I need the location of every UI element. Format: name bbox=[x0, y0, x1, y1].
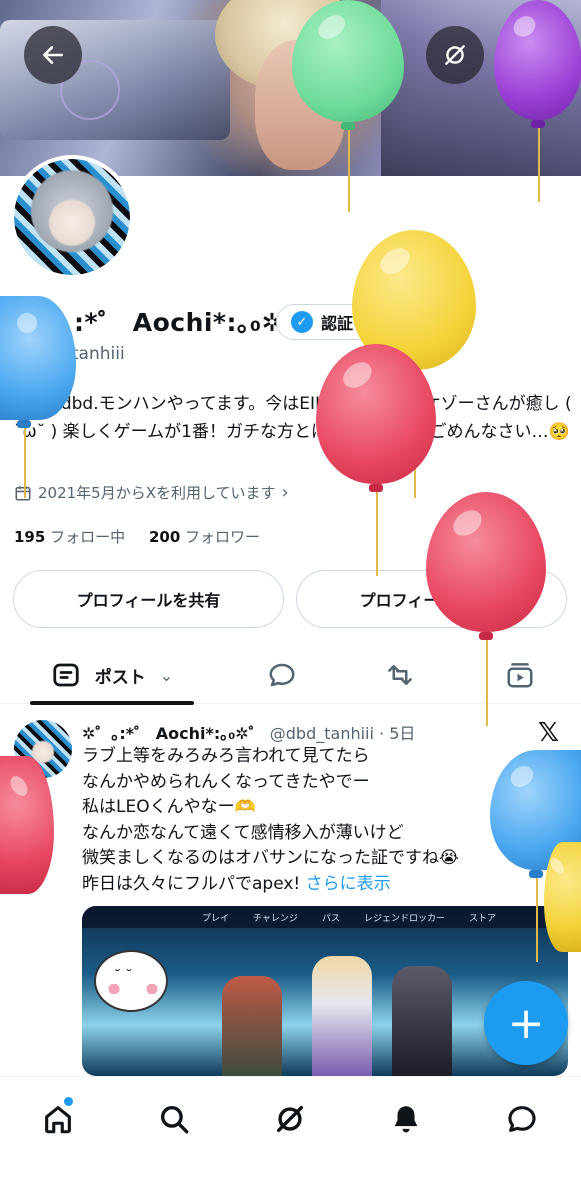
grok-icon bbox=[276, 1105, 304, 1133]
grok-icon bbox=[445, 45, 465, 65]
media-menu-item: ストア bbox=[468, 913, 496, 924]
messages-icon bbox=[508, 1106, 536, 1132]
following-link[interactable]: 195 フォロー中 bbox=[14, 528, 125, 546]
profile-tabs: ポスト ⌄ bbox=[0, 646, 581, 705]
verified-badge-icon: ✓ bbox=[291, 311, 313, 333]
nav-messages[interactable] bbox=[498, 1095, 546, 1143]
balloon-purple bbox=[494, 0, 581, 202]
chevron-right-icon: › bbox=[281, 482, 289, 503]
home-notification-dot bbox=[64, 1097, 73, 1106]
media-menu-item: レジェンドロッカー bbox=[363, 913, 445, 924]
back-button[interactable] bbox=[24, 26, 82, 84]
nav-search[interactable] bbox=[150, 1095, 198, 1143]
reply-icon bbox=[269, 663, 295, 687]
tab-posts-label: ポスト bbox=[94, 667, 146, 688]
grok-button[interactable] bbox=[426, 26, 484, 84]
post-line-last: 昨日は久々にフルパでapex! bbox=[82, 873, 306, 894]
post-line: 私はLEOくんやなー🫶 bbox=[82, 797, 256, 817]
post-time[interactable]: 5日 bbox=[389, 724, 415, 743]
active-tab-indicator bbox=[30, 701, 194, 705]
balloon-red bbox=[316, 344, 436, 576]
notifications-icon bbox=[394, 1106, 418, 1133]
show-more-link[interactable]: さらに表示 bbox=[306, 874, 391, 894]
chevron-down-icon: ⌄ bbox=[159, 665, 174, 685]
tab-videos[interactable] bbox=[490, 646, 550, 704]
follow-stats: 195 フォロー中 200 フォロワー bbox=[14, 526, 260, 547]
nav-grok[interactable] bbox=[266, 1095, 314, 1143]
post-line: なんかやめられんくなってきたやでー bbox=[82, 771, 370, 792]
character-figure bbox=[312, 956, 372, 1076]
calendar-icon bbox=[15, 485, 31, 500]
bottom-navigation bbox=[0, 1076, 581, 1200]
post-line: 昨日は久々にフルパでapex! さらに表示 bbox=[82, 872, 552, 898]
post-header: ✲゜｡:*゜ Aochi*:｡₀✲゜ @dbd_tanhiii · 5日 bbox=[82, 720, 415, 744]
compose-post-button[interactable]: + bbox=[484, 981, 568, 1065]
followers-link[interactable]: 200 フォロワー bbox=[149, 528, 260, 546]
balloon-red bbox=[0, 756, 54, 894]
video-icon bbox=[507, 663, 533, 688]
search-icon bbox=[160, 1105, 189, 1134]
followers-label: フォロワー bbox=[185, 528, 261, 546]
media-menu-item: パス bbox=[321, 913, 340, 924]
home-icon bbox=[45, 1106, 71, 1134]
post-text[interactable]: ラブ上等をみろみろ言われて見てたら なんかやめられんくなってきたやでー 私はLE… bbox=[82, 744, 552, 897]
profile-avatar[interactable] bbox=[10, 155, 134, 279]
post-line: なんか恋なんて遠くて感情移入が薄いけど bbox=[82, 822, 404, 843]
following-label: フォロー中 bbox=[50, 528, 126, 546]
sticker-image bbox=[94, 950, 168, 1012]
tab-replies[interactable] bbox=[252, 646, 312, 704]
profile-bio: apex.dbd.モンハンやってます。今はEIKOちゃんとタケゾーさんが癒し (… bbox=[14, 394, 572, 442]
balloon-blue bbox=[0, 296, 76, 498]
post-author-handle[interactable]: @dbd_tanhiii bbox=[270, 724, 374, 743]
followers-count: 200 bbox=[148, 528, 181, 546]
joined-date-text: 2021年5月からXを利用しています bbox=[38, 484, 276, 502]
media-menu-item: プレイ bbox=[202, 913, 230, 924]
following-count: 195 bbox=[14, 528, 46, 546]
posts-icon bbox=[53, 663, 79, 687]
arrow-left-icon bbox=[43, 46, 63, 64]
balloon-red bbox=[426, 492, 546, 726]
tab-posts[interactable]: ポスト ⌄ bbox=[30, 646, 194, 705]
post-line: ラブ上等をみろみろ言われて見てたら bbox=[82, 746, 370, 766]
character-figure bbox=[392, 966, 452, 1076]
post-author-name[interactable]: ✲゜｡:*゜ Aochi*:｡₀✲゜ bbox=[82, 724, 265, 743]
plus-icon: + bbox=[507, 997, 545, 1049]
post-line: 微笑ましくなるのはオバサンになった証ですね😭 bbox=[82, 848, 459, 868]
share-profile-button[interactable]: プロフィールを共有 bbox=[13, 570, 284, 628]
tab-reposts[interactable] bbox=[370, 646, 430, 704]
balloon-green bbox=[292, 0, 404, 212]
character-figure bbox=[222, 976, 282, 1076]
balloon-yellow bbox=[544, 842, 581, 952]
media-game-menu: プレイ チャレンジ パス レジェンドロッカー ストア bbox=[82, 906, 568, 928]
repost-icon bbox=[388, 665, 412, 685]
nav-home[interactable] bbox=[34, 1095, 82, 1143]
media-menu-item: チャレンジ bbox=[253, 913, 298, 924]
nav-notifications[interactable] bbox=[382, 1095, 430, 1143]
joined-date[interactable]: 2021年5月からXを利用しています › bbox=[14, 482, 289, 503]
post-separator: · bbox=[379, 724, 385, 743]
